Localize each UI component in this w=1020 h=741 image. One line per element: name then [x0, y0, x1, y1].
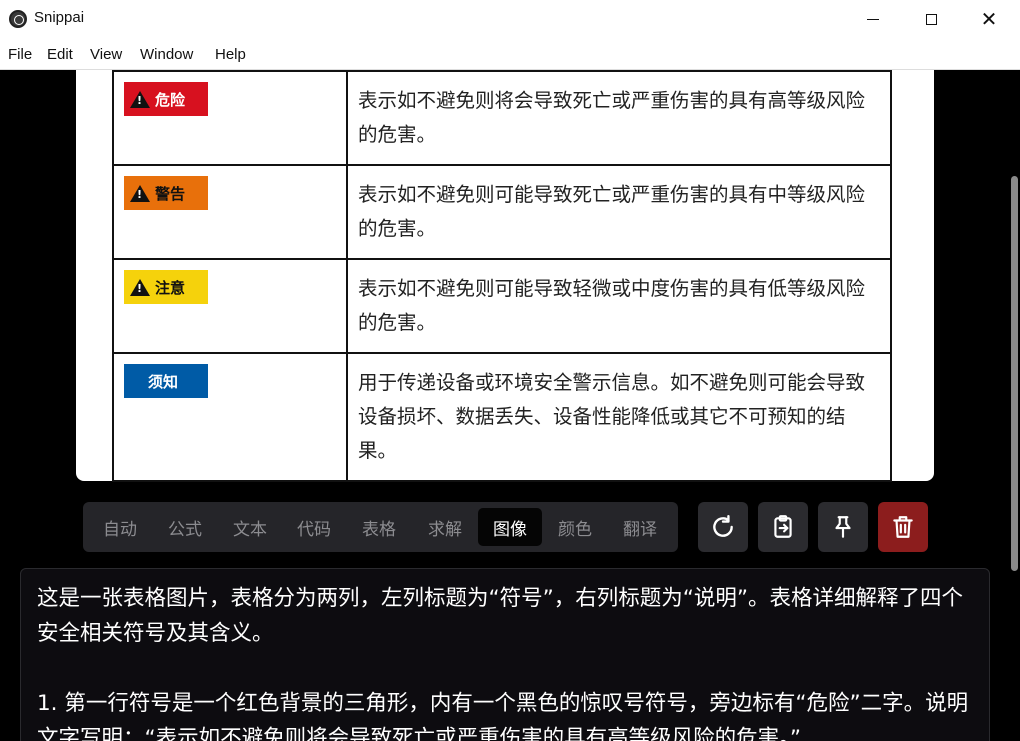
description-cell: 表示如不避免则可能导致轻微或中度伤害的具有低等级风险的危害。: [346, 258, 892, 354]
close-icon: ✕: [980, 7, 998, 31]
pin-button[interactable]: [818, 502, 868, 552]
refresh-icon: [713, 514, 733, 537]
result-paragraph: 1. 第一行符号是一个红色背景的三角形，内有一个黑色的惊叹号符号，旁边标有“危险…: [37, 691, 969, 741]
tab-code[interactable]: 代码: [282, 508, 346, 546]
pin-icon: [835, 516, 851, 538]
safety-symbol-table: 危险 表示如不避免则将会导致死亡或严重伤害的具有高等级风险的危害。 警告 表示如…: [112, 70, 892, 482]
tab-solve[interactable]: 求解: [413, 508, 477, 546]
symbol-cell: 注意: [112, 258, 348, 354]
warning-badge: 警告: [124, 176, 208, 210]
trash-icon: [893, 516, 913, 538]
mode-tab-bar: 自动 公式 文本 代码 表格 求解 图像 颜色 翻译: [83, 502, 678, 552]
copy-button[interactable]: [758, 502, 808, 552]
description-cell: 表示如不避免则将会导致死亡或严重伤害的具有高等级风险的危害。: [346, 70, 892, 166]
close-button[interactable]: ✕: [960, 0, 1018, 38]
menu-bar: File Edit View Window Help: [0, 38, 1020, 70]
description-cell: 用于传递设备或环境安全警示信息。如不避免则可能会导致设备损坏、数据丢失、设备性能…: [346, 352, 892, 482]
result-paragraph: 这是一张表格图片，表格分为两列，左列标题为“符号”，右列标题为“说明”。表格详细…: [37, 586, 964, 646]
danger-badge: 危险: [124, 82, 208, 116]
symbol-cell: 须知: [112, 352, 348, 482]
scrollbar[interactable]: [1008, 70, 1020, 741]
delete-button[interactable]: [878, 502, 928, 552]
refresh-button[interactable]: [698, 502, 748, 552]
menu-edit[interactable]: Edit: [47, 46, 73, 63]
notice-badge: 须知: [124, 364, 208, 398]
captured-image: 危险 表示如不避免则将会导致死亡或严重伤害的具有高等级风险的危害。 警告 表示如…: [76, 70, 934, 482]
maximize-button[interactable]: [902, 0, 960, 38]
symbol-cell: 警告: [112, 164, 348, 260]
result-panel[interactable]: 这是一张表格图片，表格分为两列，左列标题为“符号”，右列标题为“说明”。表格详细…: [20, 568, 990, 741]
minimize-icon: [867, 18, 879, 20]
menu-window[interactable]: Window: [140, 46, 193, 63]
caution-badge: 注意: [124, 270, 208, 304]
tab-table[interactable]: 表格: [347, 508, 411, 546]
menu-help[interactable]: Help: [215, 46, 246, 63]
table-row: 危险 表示如不避免则将会导致死亡或严重伤害的具有高等级风险的危害。: [112, 70, 892, 166]
table-row: 警告 表示如不避免则可能导致死亡或严重伤害的具有中等级风险的危害。: [112, 164, 892, 260]
menu-file[interactable]: File: [8, 46, 32, 63]
tab-image[interactable]: 图像: [478, 508, 542, 546]
warning-triangle-icon: [130, 90, 150, 108]
table-row: 须知 用于传递设备或环境安全警示信息。如不避免则可能会导致设备损坏、数据丢失、设…: [112, 352, 892, 482]
warning-triangle-icon: [130, 278, 150, 296]
tab-auto[interactable]: 自动: [88, 508, 152, 546]
clipboard-copy-icon: [774, 515, 792, 538]
description-cell: 表示如不避免则可能导致死亡或严重伤害的具有中等级风险的危害。: [346, 164, 892, 260]
table-row: 注意 表示如不避免则可能导致轻微或中度伤害的具有低等级风险的危害。: [112, 258, 892, 354]
menu-view[interactable]: View: [90, 46, 122, 63]
warning-triangle-icon: [130, 184, 150, 202]
app-logo-icon: [9, 10, 27, 28]
tab-formula[interactable]: 公式: [153, 508, 217, 546]
title-bar: Snippai ✕: [0, 0, 1020, 38]
tab-color[interactable]: 颜色: [543, 508, 607, 546]
tab-text[interactable]: 文本: [218, 508, 282, 546]
scrollbar-thumb[interactable]: [1011, 176, 1018, 571]
window-title: Snippai: [34, 9, 85, 26]
tab-translate[interactable]: 翻译: [608, 508, 672, 546]
symbol-cell: 危险: [112, 70, 348, 166]
minimize-button[interactable]: [844, 0, 902, 38]
maximize-icon: [925, 13, 937, 25]
